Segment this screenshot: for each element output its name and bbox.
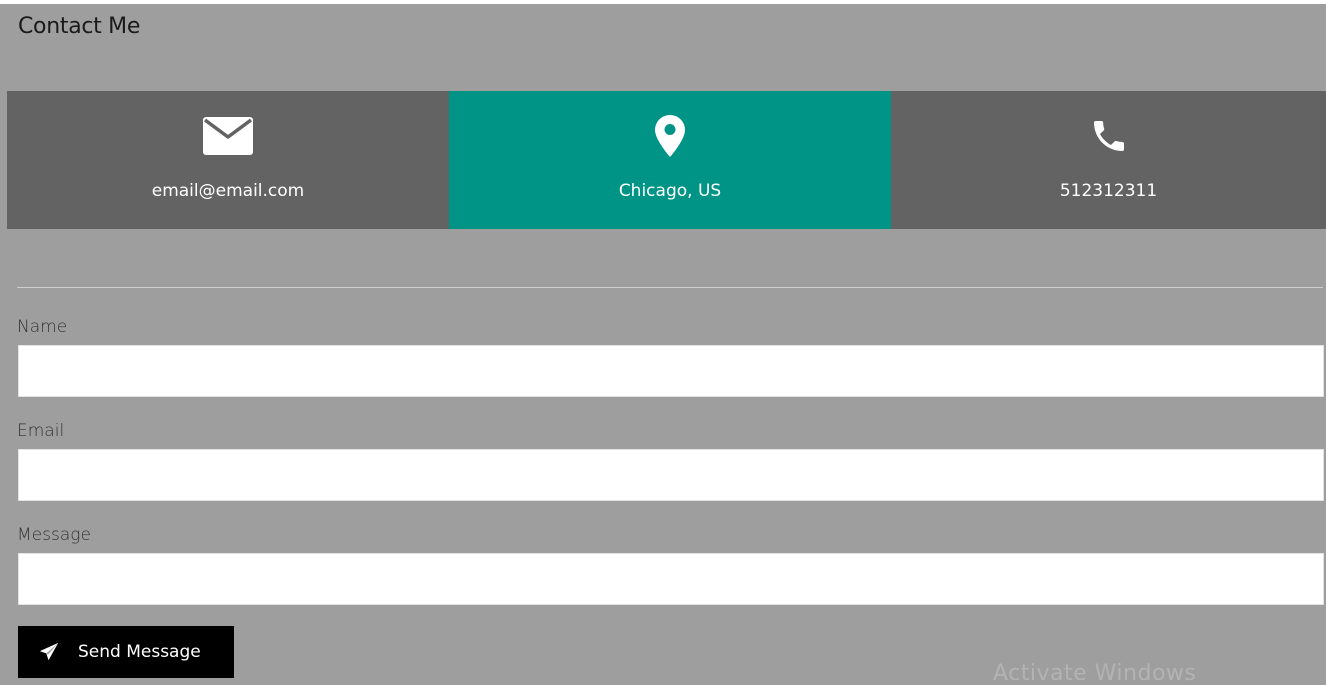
page-title: Contact Me <box>18 14 141 39</box>
send-message-label: Send Message <box>78 642 201 662</box>
name-input[interactable] <box>18 345 1324 397</box>
phone-icon <box>1089 113 1129 159</box>
phone-info-card[interactable]: 512312311 <box>891 91 1326 229</box>
section-divider <box>17 287 1323 288</box>
phone-info-text: 512312311 <box>1059 181 1158 201</box>
message-label: Message <box>17 525 91 545</box>
location-info-text: Chicago, US <box>618 181 722 201</box>
envelope-icon <box>203 113 253 159</box>
send-message-button[interactable]: Send Message <box>18 626 234 678</box>
email-label: Email <box>17 421 65 441</box>
name-label: Name <box>17 317 68 337</box>
map-pin-icon <box>655 113 685 159</box>
email-info-text: email@email.com <box>151 181 305 201</box>
email-info-card[interactable]: email@email.com <box>7 91 449 229</box>
location-info-card[interactable]: Chicago, US <box>449 91 891 229</box>
activate-windows-watermark: Activate Windows <box>993 661 1197 685</box>
contact-page: Contact Me email@email.com Chicago, US 5… <box>0 4 1326 685</box>
message-input[interactable] <box>18 553 1324 605</box>
contact-info-strip: email@email.com Chicago, US 512312311 <box>7 91 1326 229</box>
email-input[interactable] <box>18 449 1324 501</box>
paper-plane-icon <box>38 641 60 663</box>
